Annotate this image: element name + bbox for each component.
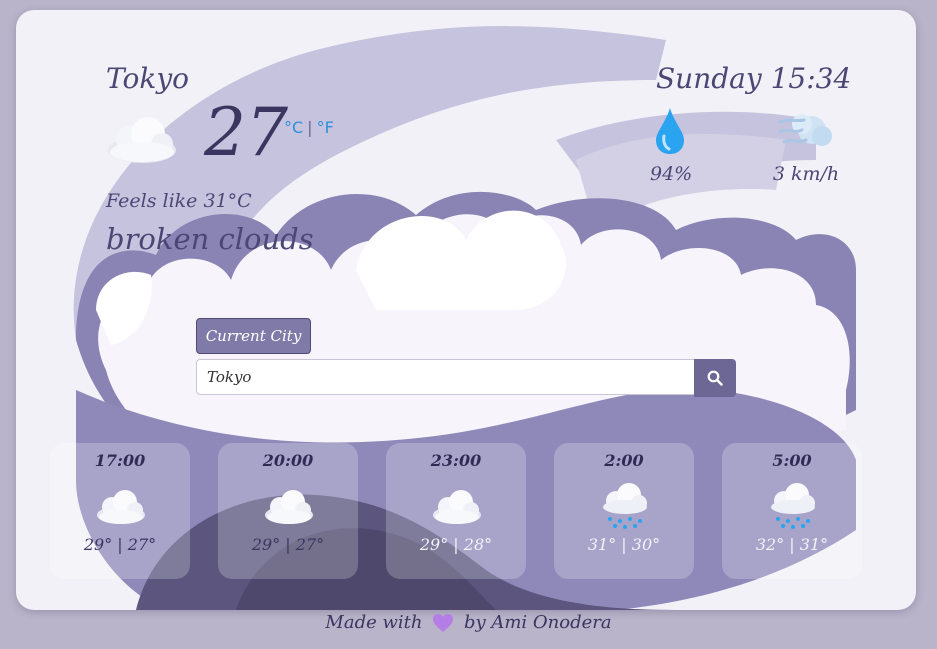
search-button[interactable] (694, 359, 736, 397)
humidity-value: 94% (650, 163, 693, 185)
footer-prefix: Made with (325, 612, 423, 633)
footer: Made with by Ami Onodera (0, 612, 937, 633)
forecast-item: 23:00 29° | 28° (386, 443, 526, 579)
current-city-button[interactable]: Current City (196, 318, 311, 354)
cloud-icon (265, 490, 313, 524)
forecast-time: 17:00 (94, 451, 146, 470)
date-time: Sunday 15:34 (656, 62, 852, 95)
search-icon (707, 370, 723, 386)
forecast-item: 20:00 29° | 27° (218, 443, 358, 579)
forecast-item: 5:00 32° | 31° (722, 443, 862, 579)
forecast-item: 2:00 31° | 30° (554, 443, 694, 579)
humidity-drop-icon (656, 108, 684, 154)
celsius-link[interactable]: °C (284, 118, 303, 137)
weather-description: broken clouds (106, 222, 314, 256)
cloud-rain-icon (771, 483, 815, 529)
cloud-rain-icon (603, 483, 647, 529)
city-search-input[interactable] (196, 359, 694, 395)
wind-icon (778, 114, 832, 146)
forecast-range: 31° | 30° (587, 535, 661, 554)
forecast-time: 20:00 (262, 451, 314, 470)
footer-suffix: by Ami Onodera (463, 612, 612, 633)
city-name: Tokyo (106, 62, 190, 95)
cloud-icon (97, 490, 145, 524)
forecast-range: 29° | 27° (251, 535, 325, 554)
feels-like: Feels like 31°C (106, 190, 252, 212)
unit-toggle: °C | °F (284, 118, 334, 137)
forecast-range: 29° | 27° (83, 535, 157, 554)
unit-separator: | (307, 118, 313, 137)
cloud-icon (433, 490, 481, 524)
wind-speed-value: 3 km/h (772, 163, 840, 185)
forecast-time: 2:00 (604, 451, 644, 470)
forecast-time: 23:00 (430, 451, 482, 470)
forecast-item: 17:00 29° | 27° (50, 443, 190, 579)
heart-icon (433, 614, 454, 632)
cloud-icon (108, 117, 176, 163)
forecast-time: 5:00 (772, 451, 812, 470)
forecast-range: 29° | 28° (419, 535, 493, 554)
fahrenheit-link[interactable]: °F (317, 118, 334, 137)
current-temperature: 27 (204, 94, 288, 171)
weather-card: Tokyo 27 °C | °F Feels like 31°C broken cl… (16, 10, 916, 610)
forecast-range: 32° | 31° (755, 535, 829, 554)
